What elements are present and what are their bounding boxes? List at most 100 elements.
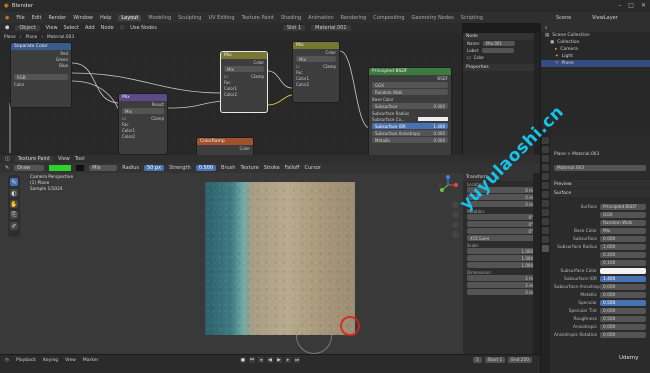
roughness-field[interactable]: 0.500	[600, 316, 646, 322]
menu-keying[interactable]: Keying	[43, 358, 58, 363]
outliner-item-scene-collection[interactable]: ▤ Scene Collection	[541, 32, 650, 39]
metallic-value[interactable]: 0.000	[434, 138, 448, 143]
anisotropic-field[interactable]: 0.000	[600, 324, 646, 330]
subsurface-radius-x[interactable]: 1.000	[600, 244, 646, 250]
material-dropdown[interactable]: Material.001	[311, 25, 351, 31]
checkbox-icon[interactable]: ☐	[224, 74, 228, 79]
viewport-sidebar-tabs[interactable]	[533, 173, 540, 354]
subsurface-method-dropdown[interactable]: Random Walk	[372, 89, 448, 95]
specular-field[interactable]: 0.500	[600, 300, 646, 306]
preview-section[interactable]: Preview	[551, 180, 650, 188]
socket-output[interactable]: Color	[254, 60, 264, 65]
socket-subsurface-radius[interactable]: Subsurface Radius	[372, 111, 409, 116]
blend-type-dropdown[interactable]: Mix	[224, 66, 264, 72]
socket-base-color[interactable]: Base Color	[372, 97, 393, 102]
record-icon[interactable]: ●	[240, 357, 246, 363]
specular-tint-field[interactable]: 0.000	[600, 308, 646, 314]
rotation-y[interactable]: 0°	[467, 221, 536, 227]
editor-type-icon[interactable]: ◫	[5, 156, 10, 162]
menu-render[interactable]: Render	[48, 15, 66, 21]
distribution-dropdown[interactable]: GGX	[600, 212, 646, 218]
outliner-item-light[interactable]: ✦ Light	[541, 53, 650, 60]
outliner-item-camera[interactable]: ▸ Camera	[541, 46, 650, 53]
socket-subsurface-color[interactable]: Subsurface Co...	[372, 117, 405, 122]
mix-node-2[interactable]: Mix Color Mix ☐ Clamp Fac Color1 Color2	[220, 51, 268, 113]
blender-menu-icon[interactable]: ◉	[5, 15, 9, 21]
painted-plane-texture[interactable]	[205, 182, 355, 335]
radius-field[interactable]: 50 px	[143, 165, 165, 171]
socket-color1[interactable]: Color1	[224, 86, 237, 91]
render-tab-icon[interactable]	[542, 146, 549, 153]
tab-compositing[interactable]: Compositing	[373, 15, 404, 21]
rotation-mode-dropdown[interactable]: XYZ Euler	[467, 235, 536, 241]
socket-color2[interactable]: Color2	[224, 92, 237, 97]
checkbox-icon[interactable]: ☐	[122, 116, 126, 121]
tab-layout[interactable]: Layout	[118, 14, 142, 21]
properties-panel-header[interactable]: Properties	[463, 64, 534, 71]
tab-cursor[interactable]: Cursor	[304, 165, 320, 171]
principled-bsdf-node[interactable]: Principled BSDF BSDF GGX Random Walk Bas…	[368, 67, 452, 155]
blend-type-dropdown[interactable]: Mix	[122, 108, 164, 114]
maximize-icon[interactable]: □	[628, 2, 634, 9]
timeline-editor-icon[interactable]: ◷	[5, 358, 9, 363]
menu-select[interactable]: Select	[64, 25, 79, 31]
scale-z[interactable]: 1.000	[467, 262, 536, 268]
blend-type-dropdown[interactable]: Mix	[296, 56, 336, 62]
tab-texture[interactable]: Texture	[240, 165, 258, 171]
view-layer-selector[interactable]: ViewLayer	[592, 15, 618, 21]
colorramp-node[interactable]: ColorRamp Color	[196, 137, 254, 155]
metallic-field[interactable]: 0.000	[600, 292, 646, 298]
separate-color-node[interactable]: Separate Color Red Green Blue RGB Color	[10, 42, 72, 108]
subsurface-field[interactable]: 0.000	[600, 236, 646, 242]
mix-node-1[interactable]: Mix Result Mix ☐ Clamp Fac Color1 Color2	[118, 93, 168, 155]
socket-output[interactable]: Color	[240, 146, 250, 151]
brush-icon[interactable]: ✎	[5, 165, 9, 171]
menu-view[interactable]: View	[58, 156, 70, 162]
tab-shading[interactable]: Shading	[281, 15, 301, 21]
tab-animation[interactable]: Animation	[308, 15, 334, 21]
tab-texture-paint[interactable]: Texture Paint	[242, 15, 274, 21]
mode-dropdown[interactable]: Texture Paint	[14, 156, 53, 162]
node-editor[interactable]: Plane › Plane › Material.003 Separate Co…	[0, 33, 462, 155]
use-nodes-checkbox[interactable]: ☑	[120, 25, 124, 31]
menu-window[interactable]: Window	[73, 15, 93, 21]
checkbox-icon[interactable]: ☐	[296, 64, 300, 69]
subsurface-ior-field[interactable]: 1.400	[600, 276, 646, 282]
socket-blue[interactable]: Blue	[59, 63, 68, 68]
prev-key-icon[interactable]: ◂	[258, 357, 264, 363]
name-field[interactable]: Mix.001	[483, 41, 516, 46]
editor-type-icon[interactable]: ⬢	[5, 25, 9, 31]
menu-help[interactable]: Help	[100, 15, 111, 21]
tab-geometry-nodes[interactable]: Geometry Nodes	[412, 15, 454, 21]
socket-color1[interactable]: Color1	[122, 128, 135, 133]
socket-color1[interactable]: Color1	[296, 76, 309, 81]
socket-fac[interactable]: Fac	[296, 70, 303, 75]
mode-dropdown[interactable]: RGB	[14, 74, 68, 80]
start-frame[interactable]: 1	[500, 358, 503, 363]
subsurface-method-dropdown[interactable]: Random Walk	[600, 220, 646, 226]
material-tab-icon[interactable]	[542, 245, 549, 252]
draw-tool-icon[interactable]: ✎	[10, 178, 18, 186]
menu-add[interactable]: Add	[85, 25, 95, 31]
scene-tab-icon[interactable]	[542, 173, 549, 180]
play-reverse-icon[interactable]: ◀	[267, 357, 273, 363]
mix-node-3[interactable]: Mix Color Mix ☐ Clamp Fac Color1 Color2	[292, 41, 340, 103]
clone-tool-icon[interactable]: ⎘	[10, 211, 18, 219]
tab-stroke[interactable]: Stroke	[264, 165, 280, 171]
menu-edit[interactable]: Edit	[32, 15, 42, 21]
label-field[interactable]	[482, 48, 515, 53]
dimension-y[interactable]: 2 m	[467, 282, 536, 288]
output-tab-icon[interactable]	[542, 155, 549, 162]
menu-marker[interactable]: Marker	[83, 358, 99, 363]
surface-section[interactable]: Surface	[551, 189, 650, 197]
subsurface-ior-value[interactable]: 1.400	[434, 124, 448, 129]
outliner-item-collection[interactable]: ▣ Collection	[541, 39, 650, 46]
menu-playback[interactable]: Playback	[16, 358, 36, 363]
subsurface-radius-y[interactable]: 0.200	[600, 252, 646, 258]
menu-tool[interactable]: Tool	[75, 156, 85, 162]
3d-viewport[interactable]: ◫ Texture Paint View Tool ✎ Draw Mix Rad…	[0, 155, 540, 354]
scene-selector[interactable]: Scene	[556, 15, 571, 21]
perspective-toggle-icon[interactable]	[452, 231, 459, 238]
tab-rendering[interactable]: Rendering	[341, 15, 367, 21]
view-layer-tab-icon[interactable]	[542, 164, 549, 171]
